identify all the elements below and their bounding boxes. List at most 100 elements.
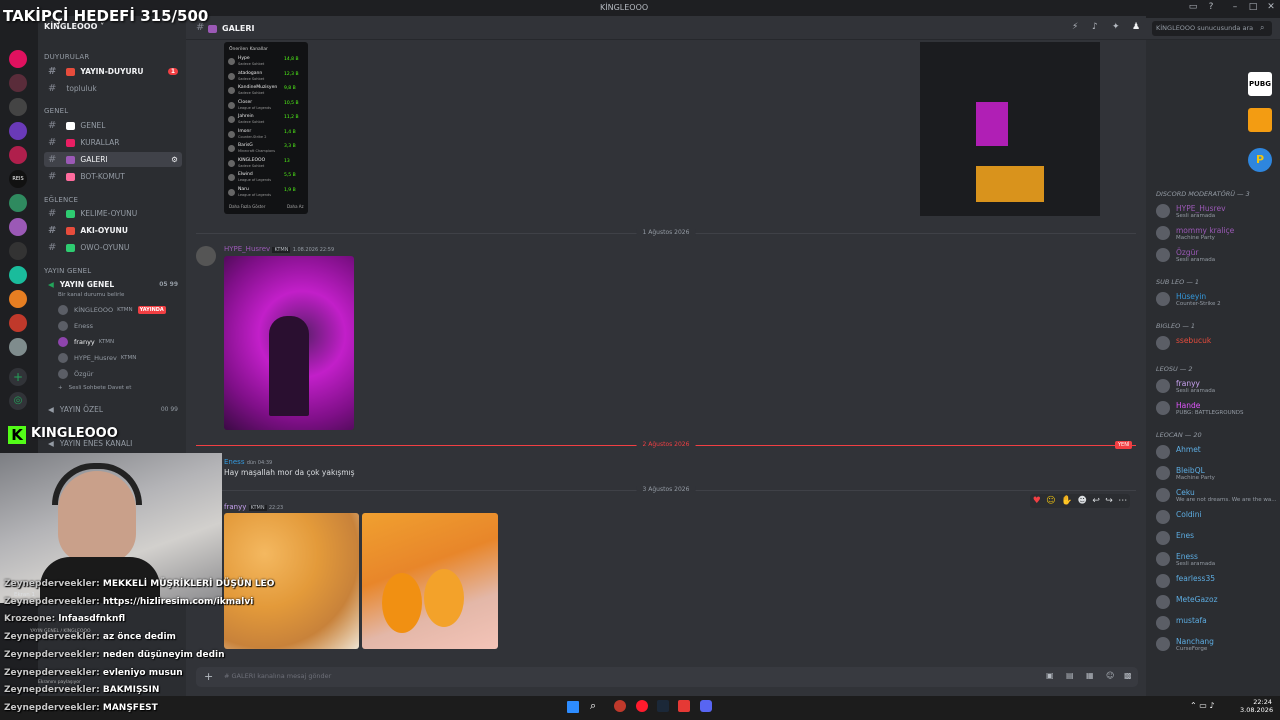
app-icon[interactable] [614,700,626,712]
upload-icon[interactable]: + [204,670,213,683]
message-author[interactable]: Eness dün 04:39 [224,458,272,466]
embedded-image[interactable]: Önerilen Kanallar Hype Sadece Sohbet 14,… [224,42,308,214]
member-item[interactable]: franyy Sesli aramada [1156,379,1215,394]
settings-icon[interactable]: ⚙ [171,155,178,164]
server-icon[interactable] [9,338,27,356]
apps-icon[interactable]: ▩ [1124,671,1132,680]
channel-topluluk[interactable]: # topluluk [44,81,182,96]
add-reaction-icon[interactable]: ☻ [1078,496,1087,506]
server-icon[interactable] [9,98,27,116]
member-item[interactable]: ssebucuk [1156,336,1211,350]
member-item[interactable]: BleibQL Machine Party [1156,466,1215,481]
thumbs-reaction-icon[interactable]: ✋ [1061,496,1072,506]
clock[interactable]: 22:24 3.08.2026 [1240,698,1273,714]
embedded-screenshot[interactable] [920,42,1100,216]
member-item[interactable]: Nanchang CurseForge [1156,637,1214,652]
forward-icon[interactable]: ↪ [1105,496,1113,506]
channel-emoji-icon [66,138,76,147]
member-item[interactable]: fearless35 [1156,574,1215,588]
category-header[interactable]: YAYIN GENEL [44,267,91,275]
emoji-icon[interactable]: ☺ [1106,671,1114,680]
channel-yayin-duyuru[interactable]: # YAYIN-DUYURU 1 [44,64,182,79]
member-item[interactable]: Eness Sesli aramada [1156,552,1215,567]
member-item[interactable]: Hande PUBG: BATTLEGROUNDS [1156,401,1243,416]
message-author[interactable]: franyy KTMN 22:23 [224,503,283,511]
voice-member[interactable]: franyy KTMN [58,337,114,347]
server-icon[interactable] [9,50,27,68]
voice-invite[interactable]: + Sesli Sohbete Davet et [58,385,131,391]
voice-channel-yayin-ozel[interactable]: ◀ YAYIN ÖZEL 00 99 [44,402,182,417]
channel-kurallar[interactable]: # KURALLAR [44,135,182,150]
channel-label: topluluk [66,84,97,93]
discord-icon[interactable] [700,700,712,712]
member-item[interactable]: Özgür Sesli aramada [1156,248,1215,263]
message-image[interactable] [362,513,498,649]
member-item[interactable]: Hüseyin Counter-Strike 2 [1156,292,1221,307]
channel-galeri[interactable]: # GALERI ⚙ [44,152,182,167]
steam-icon[interactable] [657,700,669,712]
voice-member[interactable]: Eness [58,321,93,331]
server-icon[interactable] [9,122,27,140]
server-icon[interactable] [9,194,27,212]
member-item[interactable]: mustafa [1156,616,1207,630]
add-server-icon[interactable]: + [9,368,27,386]
channel-aki-oyunu[interactable]: # AKI-OYUNU [44,223,182,238]
gif-icon[interactable]: ▤ [1066,671,1074,680]
channel-kelime-oyunu[interactable]: # KELIME-OYUNU [44,206,182,221]
tray-icons[interactable]: ⌃ ▭ ♪ [1190,701,1214,710]
explore-icon[interactable]: ◎ [9,392,27,410]
member-item[interactable]: MeteGazoz [1156,595,1218,609]
channel-owo-oyunu[interactable]: # OWO-OYUNU [44,240,182,255]
server-icon[interactable] [9,266,27,284]
maximize-button[interactable]: □ [1246,2,1260,14]
voice-channel-yayin-genel[interactable]: ◀ YAYIN GENEL 05 99 [44,277,182,292]
member-item[interactable]: Coldini [1156,510,1202,524]
opera-icon[interactable] [636,700,648,712]
gift-icon[interactable]: ▣ [1046,671,1054,680]
server-icon[interactable]: REIS [9,170,27,188]
smile-reaction-icon[interactable]: ☺ [1046,496,1055,506]
more-icon[interactable]: ⋯ [1118,496,1127,506]
message-composer[interactable]: + # GALERI kanalına mesaj gönder ▣ ▤ ▦ ☺… [196,667,1138,687]
category-header[interactable]: EĞLENCE [44,196,78,204]
voice-member[interactable]: KİNGLEOOO KTMN YAYINDA [58,305,166,315]
start-icon[interactable] [567,701,579,713]
bell-icon[interactable]: ♪ [1092,22,1098,32]
threads-icon[interactable]: ⚡ [1072,22,1078,32]
member-status: Machine Party [1176,475,1215,481]
server-icon[interactable] [9,314,27,332]
member-item[interactable]: HYPE_Husrev Sesli aramada [1156,204,1226,219]
category-header[interactable]: GENEL [44,107,68,115]
members-icon[interactable]: ♟ [1132,22,1140,32]
member-item[interactable]: Ahmet [1156,445,1201,459]
server-icon[interactable] [9,242,27,260]
channel-genel[interactable]: # GENEL [44,118,182,133]
server-icon[interactable] [9,290,27,308]
member-item[interactable]: Enes [1156,531,1194,545]
message-author[interactable]: HYPE_Husrev KTMN 1.08.2026 22:59 [224,245,334,253]
pin-icon[interactable]: ✦ [1112,22,1120,32]
reply-icon[interactable]: ↩ [1092,496,1100,506]
member-item[interactable]: Ceku We are not dreams. We are the wa... [1156,488,1277,503]
server-icon[interactable] [9,74,27,92]
message-image[interactable] [224,256,354,430]
category-header[interactable]: DUYURULAR [44,53,89,61]
server-icon[interactable] [9,146,27,164]
channel-bot-komut[interactable]: # BOT-KOMUT [44,169,182,184]
avatar[interactable] [196,246,216,266]
avatar [228,87,235,94]
voice-status[interactable]: Bir kanal durumu belirle [58,292,124,298]
search-icon[interactable]: ⌕ [590,699,596,713]
member-item[interactable]: mommy kraliçe Machine Party [1156,226,1234,241]
voice-member[interactable]: HYPE_Husrev KTMN [58,353,136,363]
heart-reaction-icon[interactable]: ♥ [1033,496,1041,506]
inbox-icon[interactable]: ▭ [1186,2,1200,14]
close-button[interactable]: ✕ [1264,2,1278,14]
sticker-icon[interactable]: ▦ [1086,671,1094,680]
help-icon[interactable]: ? [1204,2,1218,14]
voice-member[interactable]: Özgür [58,369,93,379]
app-icon[interactable] [678,700,690,712]
search-input[interactable]: KİNGLEOOO sunucusunda ara ⌕ [1152,21,1272,36]
server-icon[interactable] [9,218,27,236]
minimize-button[interactable]: – [1228,2,1242,14]
